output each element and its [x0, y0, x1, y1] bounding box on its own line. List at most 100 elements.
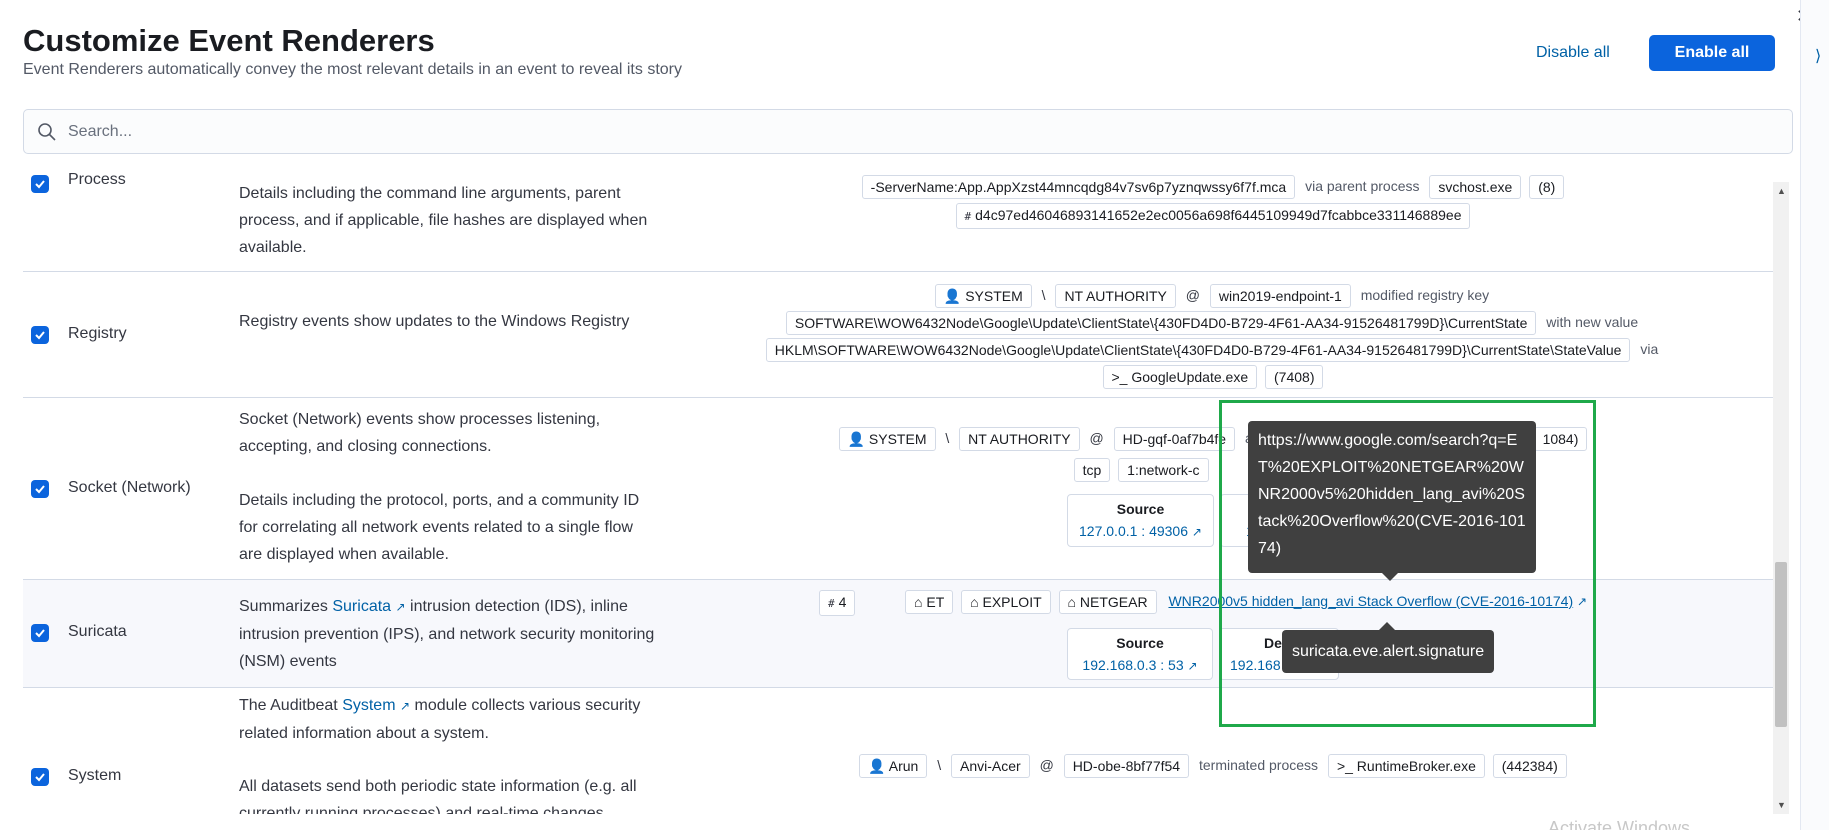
scrollbar-thumb[interactable] [1775, 562, 1787, 727]
pid-badge[interactable]: (7408) [1265, 365, 1324, 389]
url-tooltip: https://www.google.com/search?q=ET%20EXP… [1248, 421, 1536, 581]
domain-badge[interactable]: Anvi-Acer [951, 754, 1030, 778]
at-sign: @ [1185, 286, 1200, 303]
external-link-icon: ↗ [395, 600, 406, 614]
registry-line-1: 👤 SYSTEM \ NT AUTHORITY @ win2019-endpoi… [663, 284, 1763, 308]
source-address: 192.168.0.3 : 53 [1082, 657, 1184, 673]
domain-badge[interactable]: NT AUTHORITY [959, 427, 1080, 451]
external-link-icon: ↗ [1577, 594, 1588, 609]
system-link[interactable]: System [342, 697, 395, 714]
desc-text: Summarizes [239, 598, 333, 615]
separator: \ [937, 756, 942, 773]
renderer-row-process: Process Details including the command li… [23, 170, 1773, 272]
separator: \ [945, 429, 950, 446]
system-description-2: All datasets send both periodic state in… [239, 778, 637, 814]
external-link-icon: ↗ [399, 699, 411, 713]
signature-link[interactable]: WNR2000v5 hidden_lang_avi Stack Overflow… [1168, 593, 1573, 609]
tag-icon: ⌂ [970, 594, 983, 610]
tag-badge-et[interactable]: ⌂ ET [905, 590, 954, 614]
with-new-value-text: with new value [1546, 313, 1639, 330]
user-badge[interactable]: 👤 SYSTEM [934, 284, 1032, 308]
event-renderers-modal: ✕ ⟩ Customize Event Renderers Event Rend… [0, 0, 1829, 830]
action-text: modified registry key [1360, 286, 1490, 303]
system-name: System [68, 767, 122, 784]
separator: \ [1041, 286, 1046, 303]
registry-key-badge[interactable]: SOFTWARE\WOW6432Node\Google\Update\Clien… [785, 311, 1537, 335]
process-badge[interactable]: >_ GoogleUpdate.exe [1102, 365, 1258, 389]
source-box: Source 127.0.0.1 : 49306 ↗ [1067, 494, 1214, 547]
renderer-row-suricata: Suricata Summarizes Suricata ↗ intrusion… [23, 580, 1773, 688]
checkmark-icon [35, 485, 45, 494]
socket-description-2: Details including the protocol, ports, a… [239, 492, 640, 563]
socket-checkbox[interactable] [31, 480, 49, 498]
count-badge[interactable]: #4 [819, 590, 856, 616]
checkmark-icon [35, 180, 45, 189]
pid-badge[interactable]: 1084) [1533, 427, 1588, 451]
user-badge[interactable]: 👤 Arun [859, 754, 928, 778]
tag-badge-exploit[interactable]: ⌂ EXPLOIT [961, 590, 1051, 614]
source-value[interactable]: 192.168.0.3 : 53 ↗ [1068, 657, 1212, 673]
suricata-checkbox[interactable] [31, 624, 49, 642]
registry-value-badge[interactable]: HKLM\SOFTWARE\WOW6432Node\Google\Update\… [765, 338, 1631, 362]
disable-all-button[interactable]: Disable all [1520, 35, 1626, 71]
list-scrollbar[interactable]: ▲ ▼ [1773, 182, 1789, 814]
process-line-2: # d4c97ed46046893141652e2ec0056a698f64451… [663, 203, 1763, 229]
registry-checkbox[interactable] [31, 326, 49, 344]
process-checkbox[interactable] [31, 175, 49, 193]
at-sign: @ [1089, 429, 1104, 446]
tag-label: NETGEAR [1079, 594, 1148, 610]
enable-all-button[interactable]: Enable all [1649, 35, 1775, 71]
signature-line: ⌂ ET ⌂ EXPLOIT ⌂ NETGEAR WNR2000v5 hidde… [903, 590, 1587, 614]
domain-badge[interactable]: NT AUTHORITY [1055, 284, 1176, 308]
source-box: Source 192.168.0.3 : 53 ↗ [1067, 628, 1213, 680]
system-checkbox[interactable] [31, 768, 49, 786]
process-line-1: -ServerName:App.AppXzst44mncqdg84v7sv6p7… [663, 175, 1763, 199]
community-id-badge[interactable]: 1:network-c [1118, 458, 1209, 482]
host-badge[interactable]: HD-gqf-0af7b4fe [1113, 427, 1236, 451]
tag-badge-netgear[interactable]: ⌂ NETGEAR [1058, 590, 1157, 614]
system-description: The Auditbeat System ↗ module collects v… [239, 692, 659, 747]
terminal-icon: >_ [1111, 369, 1132, 385]
search-input[interactable] [68, 110, 1768, 153]
process-args-badge[interactable]: -ServerName:App.AppXzst44mncqdg84v7sv6p7… [861, 175, 1296, 199]
windows-watermark: Activate Windows [1548, 818, 1691, 830]
user-badge[interactable]: 👤 SYSTEM [838, 427, 936, 451]
checkmark-icon [35, 629, 45, 638]
source-label: Source [1116, 635, 1164, 651]
search-bar[interactable] [23, 109, 1793, 154]
scroll-down-icon[interactable]: ▼ [1777, 800, 1786, 810]
suricata-name: Suricata [68, 623, 127, 640]
socket-line-2: tcp 1:network-c [663, 458, 1763, 482]
suricata-description: Summarizes Suricata ↗ intrusion detectio… [239, 593, 659, 675]
user-name: Arun [888, 758, 919, 774]
host-badge[interactable]: HD-obe-8bf77f54 [1063, 754, 1190, 778]
hash-badge[interactable]: # d4c97ed46046893141652e2ec0056a698f64451… [955, 203, 1471, 229]
renderer-row-registry: Registry Registry events show updates to… [23, 272, 1773, 398]
external-link-icon: ↗ [1191, 525, 1202, 539]
protocol-badge[interactable]: tcp [1073, 458, 1111, 482]
scroll-up-icon[interactable]: ▲ [1777, 186, 1786, 196]
user-icon: 👤 [943, 288, 966, 304]
external-link-icon: ↗ [1187, 659, 1198, 673]
field-tooltip: suricata.eve.alert.signature [1282, 622, 1495, 673]
action-text: terminated process [1198, 756, 1319, 773]
tag-label: ET [926, 594, 945, 610]
background-page-strip: ⟩ [1800, 0, 1829, 830]
hash-value: d4c97ed46046893141652e2ec0056a698f644510… [975, 207, 1462, 223]
socket-name: Socket (Network) [68, 479, 191, 496]
source-value[interactable]: 127.0.0.1 : 49306 ↗ [1068, 523, 1213, 539]
via-parent-text: via parent process [1305, 177, 1420, 194]
suricata-link[interactable]: Suricata [332, 598, 391, 615]
parent-process-badge[interactable]: svchost.exe [1429, 175, 1522, 199]
socket-line-1: 👤 SYSTEM \ NT AUTHORITY @ HD-gqf-0af7b4f… [663, 427, 1763, 451]
via-text: via [1640, 340, 1659, 357]
parent-pid-badge[interactable]: (8) [1529, 175, 1565, 199]
user-name: SYSTEM [868, 431, 927, 447]
tag-label: EXPLOIT [982, 594, 1042, 610]
modal-title: Customize Event Renderers [23, 23, 435, 58]
pid-badge[interactable]: (442384) [1492, 754, 1567, 778]
host-badge[interactable]: win2019-endpoint-1 [1209, 284, 1351, 308]
process-badge[interactable]: >_ RuntimeBroker.exe [1327, 754, 1485, 778]
user-name: SYSTEM [965, 288, 1023, 304]
registry-description: Registry events show updates to the Wind… [239, 313, 630, 330]
